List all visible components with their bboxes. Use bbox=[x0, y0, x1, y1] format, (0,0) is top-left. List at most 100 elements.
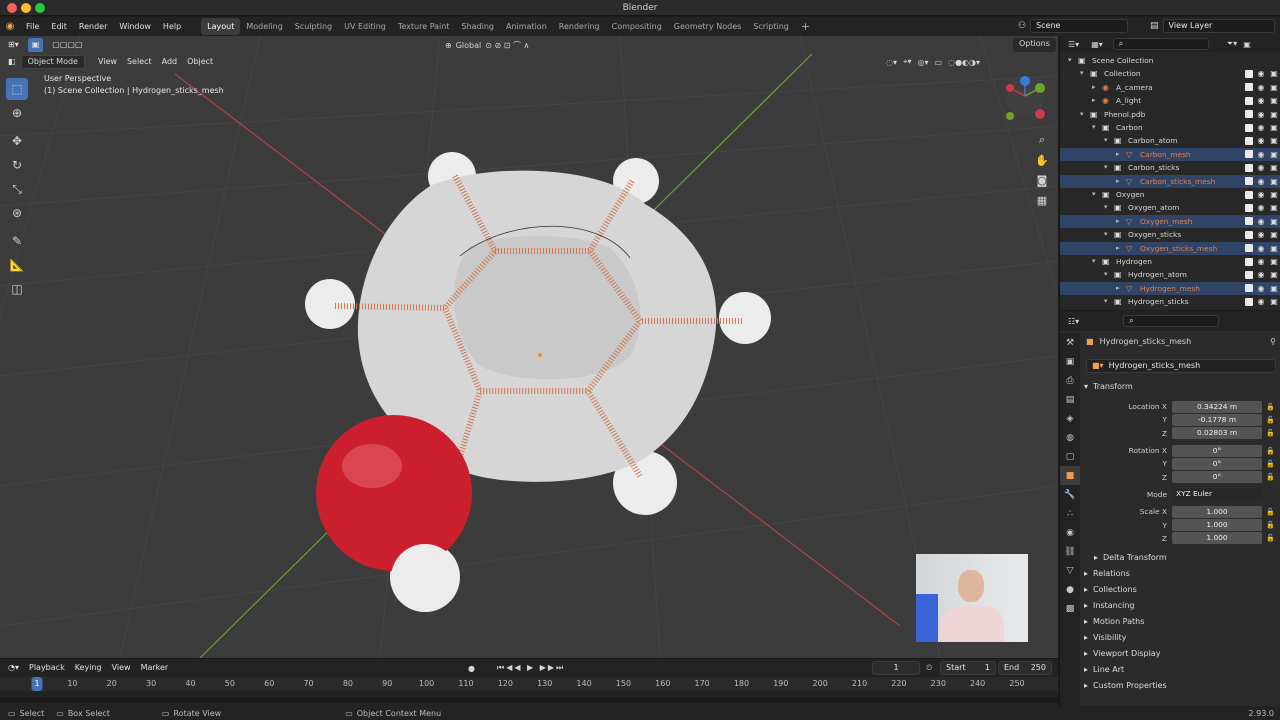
lock-icon[interactable]: 🔓 bbox=[1266, 403, 1275, 411]
lock-icon[interactable]: 🔓 bbox=[1266, 508, 1275, 516]
render-camera-icon[interactable]: ▣ bbox=[1269, 282, 1279, 295]
playback-controls[interactable]: ⏮◀◀ ▶ ▶▶⏭ bbox=[497, 663, 565, 673]
tab-geometry-nodes[interactable]: Geometry Nodes bbox=[668, 18, 747, 35]
tab-layout[interactable]: Layout bbox=[201, 18, 241, 35]
outliner-row[interactable]: ▾ ▣ Carbon ◉ ▣ bbox=[1060, 121, 1280, 134]
render-camera-icon[interactable]: ▣ bbox=[1269, 148, 1279, 161]
view-layer-field[interactable]: View Layer bbox=[1162, 19, 1275, 33]
select-box-icon[interactable]: ⬚ bbox=[6, 78, 28, 100]
modifier-tab-icon[interactable]: 🔧 bbox=[1060, 485, 1080, 504]
tab-uv-editing[interactable]: UV Editing bbox=[338, 18, 392, 35]
timeline-scrollbar[interactable] bbox=[0, 697, 1058, 703]
include-checkbox[interactable] bbox=[1245, 110, 1253, 119]
3d-viewport[interactable]: ⊞▾ ▣ ▢▢▢▢ ⊕ Global ⊙ ⊘ ⊡ ⌒ ∧ Options ◧ O… bbox=[0, 36, 1058, 658]
blender-logo-icon[interactable]: ◉ bbox=[0, 21, 20, 32]
include-checkbox[interactable] bbox=[1245, 244, 1253, 253]
outliner-row[interactable]: ▾ ▣ Oxygen ◉ ▣ bbox=[1060, 188, 1280, 201]
select-tool-icon[interactable]: ▣ bbox=[27, 38, 44, 52]
render-camera-icon[interactable]: ▣ bbox=[1269, 94, 1279, 107]
eye-icon[interactable]: ◉ bbox=[1256, 121, 1266, 134]
include-checkbox[interactable] bbox=[1245, 270, 1253, 279]
start-frame-field[interactable]: Start 1 bbox=[940, 661, 996, 675]
expand-arrow-icon[interactable]: ▸ bbox=[1116, 242, 1126, 255]
eye-icon[interactable]: ◉ bbox=[1256, 108, 1266, 121]
chevron-down-icon[interactable]: ▾ bbox=[1068, 54, 1078, 67]
lock-icon[interactable]: 🔓 bbox=[1266, 521, 1275, 529]
render-tab-icon[interactable]: ▣ bbox=[1060, 352, 1080, 371]
eye-icon[interactable]: ◉ bbox=[1256, 215, 1266, 228]
move-icon[interactable]: ✥ bbox=[6, 130, 28, 152]
rotation-x-field[interactable]: 0° bbox=[1172, 444, 1262, 457]
physics-tab-icon[interactable]: ◉ bbox=[1060, 523, 1080, 542]
outliner-row[interactable]: ▸ ◉ A_camera ◉ ▣ bbox=[1060, 81, 1280, 94]
expand-arrow-icon[interactable]: ▸ bbox=[1116, 175, 1126, 188]
tab-texture-paint[interactable]: Texture Paint bbox=[392, 18, 456, 35]
render-camera-icon[interactable]: ▣ bbox=[1269, 175, 1279, 188]
menu-window[interactable]: Window bbox=[113, 17, 157, 36]
menu-file[interactable]: File bbox=[20, 17, 45, 36]
include-checkbox[interactable] bbox=[1245, 203, 1253, 212]
minimize-window-icon[interactable] bbox=[21, 3, 31, 13]
timeline-editor-icon[interactable]: ◔▾ bbox=[0, 661, 24, 675]
render-camera-icon[interactable]: ▣ bbox=[1269, 188, 1279, 201]
outliner-row[interactable]: ▾ ▣ Collection ◉ ▣ bbox=[1060, 67, 1280, 80]
render-camera-icon[interactable]: ▣ bbox=[1269, 121, 1279, 134]
chevron-down-icon[interactable]: ▸ bbox=[1092, 94, 1102, 107]
outliner-row[interactable]: ▾ ▣ Phenol.pdb ◉ ▣ bbox=[1060, 108, 1280, 121]
tab-animation[interactable]: Animation bbox=[500, 18, 553, 35]
render-camera-icon[interactable]: ▣ bbox=[1269, 228, 1279, 241]
gizmo-toggle-icon[interactable]: ⌖▾ bbox=[903, 57, 912, 67]
outliner-row[interactable]: ▾ ▣ Hydrogen ◉ ▣ bbox=[1060, 255, 1280, 268]
lock-icon[interactable]: 🔓 bbox=[1266, 429, 1275, 437]
visibility-icon[interactable]: ◌▾ bbox=[886, 58, 897, 67]
render-camera-icon[interactable]: ▣ bbox=[1269, 268, 1279, 281]
eye-icon[interactable]: ◉ bbox=[1256, 175, 1266, 188]
tab-rendering[interactable]: Rendering bbox=[553, 18, 606, 35]
pivot-icon[interactable]: ⊙ ⊘ ⊡ ⌒ ∧ bbox=[485, 40, 529, 51]
outliner-row[interactable]: ▾ ▣ Carbon_atom ◉ ▣ bbox=[1060, 134, 1280, 147]
timeline-menu-playback[interactable]: Playback bbox=[24, 661, 70, 675]
xray-icon[interactable]: ▭ bbox=[935, 58, 943, 67]
chevron-down-icon[interactable]: ▾ bbox=[1104, 134, 1114, 147]
include-checkbox[interactable] bbox=[1245, 177, 1253, 186]
tab-scripting[interactable]: Scripting bbox=[747, 18, 795, 35]
lock-icon[interactable]: 🔓 bbox=[1266, 447, 1275, 455]
outliner-search-input[interactable]: ⌕ bbox=[1112, 38, 1209, 50]
lock-icon[interactable]: 🔓 bbox=[1266, 473, 1275, 481]
scale-y-field[interactable]: 1.000 bbox=[1172, 519, 1262, 532]
viewport-menu-object[interactable]: Object bbox=[182, 55, 218, 69]
shading-modes-icon[interactable]: ◌●◐◑▾ bbox=[948, 58, 980, 67]
menu-render[interactable]: Render bbox=[73, 17, 113, 36]
chevron-down-icon[interactable]: ▾ bbox=[1092, 188, 1102, 201]
render-camera-icon[interactable]: ▣ bbox=[1269, 201, 1279, 214]
menu-edit[interactable]: Edit bbox=[45, 17, 73, 36]
annotate-icon[interactable]: ✎ bbox=[6, 230, 28, 252]
object-tab-icon[interactable]: ■ bbox=[1060, 466, 1080, 485]
outliner-row[interactable]: ▾ ▣ Oxygen_atom ◉ ▣ bbox=[1060, 201, 1280, 214]
viewport-shading-controls[interactable]: ◌▾ ⌖▾ ◎▾ ▭ ◌●◐◑▾ bbox=[886, 57, 980, 67]
viewport-scene[interactable] bbox=[0, 36, 1058, 658]
lock-icon[interactable]: 🔓 bbox=[1266, 460, 1275, 468]
constraints-tab-icon[interactable]: ⛓ bbox=[1060, 542, 1080, 561]
outliner-row[interactable]: ▸ ◉ A_light ◉ ▣ bbox=[1060, 94, 1280, 107]
timeline-ruler[interactable]: 1 10 20 30 40 50 60 70 80 90 100 110 120 130 140 150 160… bbox=[0, 677, 1058, 691]
camera-view-icon[interactable]: ◙ bbox=[1034, 172, 1050, 188]
eye-icon[interactable]: ◉ bbox=[1256, 161, 1266, 174]
maximize-window-icon[interactable] bbox=[35, 3, 45, 13]
tab-compositing[interactable]: Compositing bbox=[606, 18, 668, 35]
close-window-icon[interactable] bbox=[7, 3, 17, 13]
panel-visibility[interactable]: ▸ Visibility bbox=[1084, 630, 1276, 646]
collection-tab-icon[interactable]: ▢ bbox=[1060, 447, 1080, 466]
timeline-menu-marker[interactable]: Marker bbox=[136, 661, 174, 675]
editor-type-icon[interactable]: ⊞▾ bbox=[0, 38, 24, 52]
expand-arrow-icon[interactable]: ▸ bbox=[1116, 215, 1126, 228]
filter-icon[interactable]: ⏷▾ bbox=[1227, 39, 1237, 49]
display-mode-icon[interactable]: ▦▾ bbox=[1091, 40, 1103, 49]
include-checkbox[interactable] bbox=[1245, 190, 1253, 199]
panel-viewport-display[interactable]: ▸ Viewport Display bbox=[1084, 646, 1276, 662]
include-checkbox[interactable] bbox=[1245, 83, 1253, 92]
timeline-menu-keying[interactable]: Keying bbox=[70, 661, 107, 675]
preview-range-icon[interactable]: ⏲ bbox=[926, 663, 932, 673]
end-frame-field[interactable]: End 250 bbox=[998, 661, 1052, 675]
render-camera-icon[interactable]: ▣ bbox=[1269, 242, 1279, 255]
